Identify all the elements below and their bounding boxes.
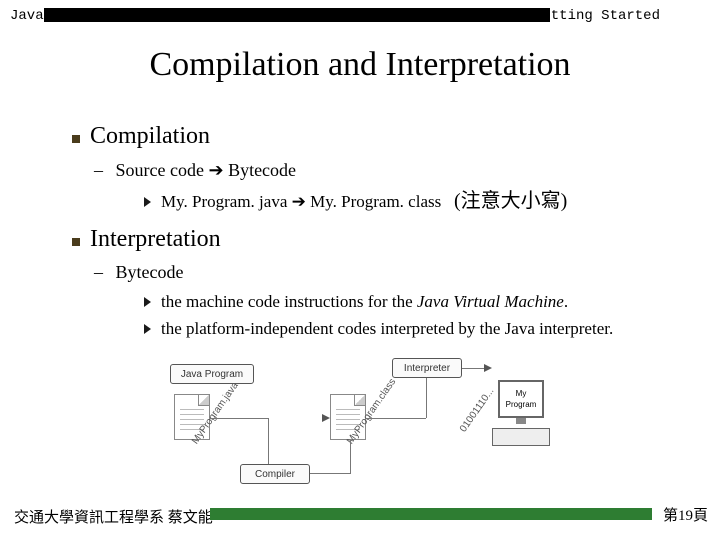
box-interpreter: Interpreter xyxy=(392,358,462,378)
connector-line xyxy=(366,418,426,419)
square-bullet-icon xyxy=(72,238,80,246)
footer-page-number: 第19頁 xyxy=(663,504,708,525)
connector-line xyxy=(426,378,427,418)
square-bullet-icon xyxy=(72,135,80,143)
heading-compilation: Compilation xyxy=(90,120,210,154)
annotation-case: (注意大小寫) xyxy=(454,190,567,212)
connector-line xyxy=(210,418,268,419)
triangle-bullet-icon xyxy=(144,324,151,334)
content-area: Compilation – Source code ➔ Bytecode My.… xyxy=(72,120,700,345)
connector-line xyxy=(268,418,269,464)
item-myprogram-text: My. Program. java ➔ My. Program. class (… xyxy=(161,187,567,215)
header: Java Getting Started xyxy=(0,6,720,28)
connector-line xyxy=(310,473,350,474)
dash-icon: – xyxy=(94,262,103,282)
item-myprogram: My. Program. java ➔ My. Program. class (… xyxy=(144,187,700,215)
sub-interpretation-text: Bytecode xyxy=(116,262,184,282)
sub-interpretation: – Bytecode xyxy=(94,260,700,285)
dash-icon: – xyxy=(94,160,103,180)
computer-icon: My Program xyxy=(490,380,552,450)
bullet-compilation: Compilation xyxy=(72,120,700,154)
sub-compilation: – Source code ➔ Bytecode xyxy=(94,158,700,183)
computer-base xyxy=(492,428,550,446)
slide-title: Compilation and Interpretation xyxy=(0,46,720,84)
bullet-interpretation: Interpretation xyxy=(72,223,700,257)
footer-rule xyxy=(210,508,652,520)
box-compiler: Compiler xyxy=(240,464,310,484)
item-jvm: the machine code instructions for the Ja… xyxy=(144,290,700,314)
monitor-screen: My Program xyxy=(498,380,544,418)
sub-compilation-text: Source code ➔ Bytecode xyxy=(116,160,297,180)
arrow-icon xyxy=(322,414,330,422)
header-rule xyxy=(44,8,550,22)
box-java-program: Java Program xyxy=(170,364,254,384)
item-platform-text: the platform-independent codes interpret… xyxy=(161,317,613,341)
footer-left-label: 交通大學資訊工程學系 蔡文能 xyxy=(14,506,213,527)
heading-interpretation: Interpretation xyxy=(90,223,221,257)
item-jvm-text: the machine code instructions for the Ja… xyxy=(161,290,568,314)
triangle-bullet-icon xyxy=(144,197,151,207)
item-platform: the platform-independent codes interpret… xyxy=(144,317,700,341)
monitor-stand xyxy=(516,418,526,424)
header-right-label: Getting Started xyxy=(534,8,660,24)
diagram: Java Program Compiler Interpreter MyProg… xyxy=(170,358,570,488)
connector-line xyxy=(350,440,351,474)
footer: 交通大學資訊工程學系 蔡文能 第19頁 xyxy=(0,504,720,526)
arrow-icon xyxy=(484,364,492,372)
header-left-label: Java xyxy=(10,8,44,24)
triangle-bullet-icon xyxy=(144,297,151,307)
